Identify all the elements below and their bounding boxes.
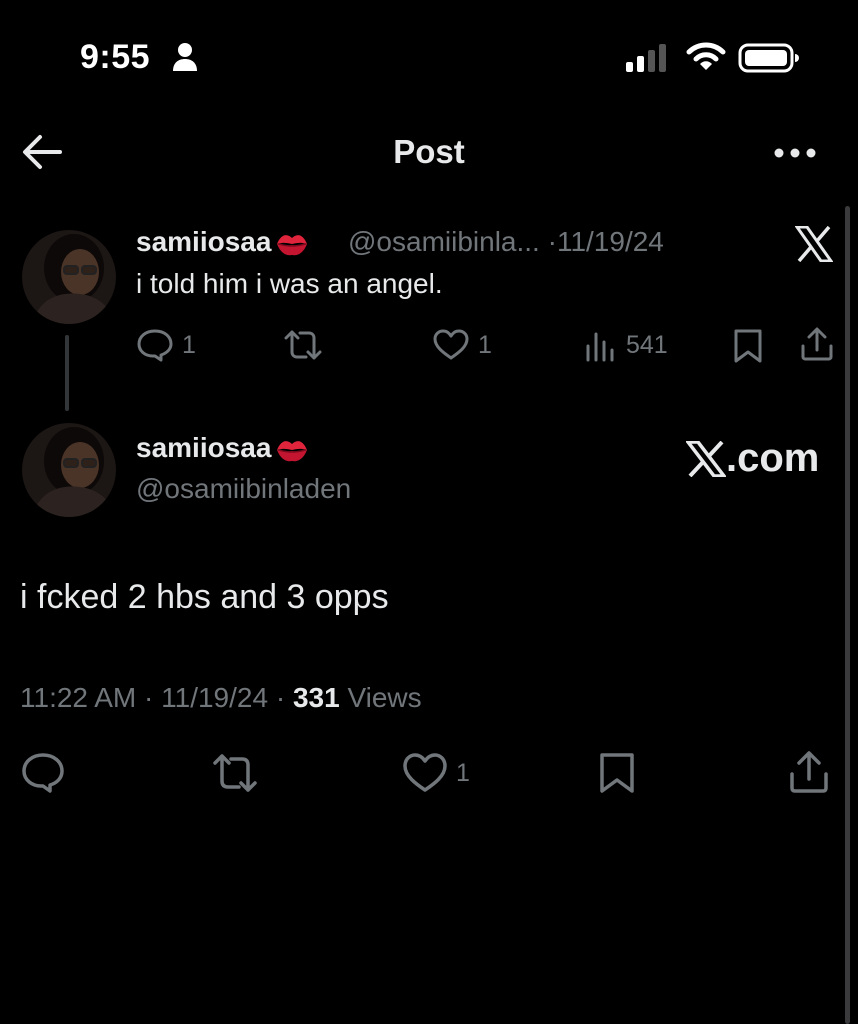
kiss-mark-emoji-icon bbox=[275, 231, 309, 257]
cellular-signal-icon bbox=[626, 44, 670, 72]
repost-button[interactable] bbox=[282, 328, 324, 362]
views-button[interactable]: 541 bbox=[584, 328, 668, 362]
reply-icon bbox=[22, 753, 64, 793]
bar-chart-icon bbox=[586, 332, 614, 362]
post-time: 11:22 AM bbox=[20, 682, 137, 713]
like-count: 1 bbox=[478, 330, 492, 359]
post-text: i fcked 2 hbs and 3 opps bbox=[20, 578, 389, 616]
display-name-text: samiiosaa bbox=[136, 226, 272, 257]
thread-connector-line bbox=[65, 335, 69, 411]
wifi-icon bbox=[686, 40, 726, 72]
repost-icon bbox=[213, 754, 257, 792]
battery-icon bbox=[738, 43, 800, 73]
status-time: 9:55 bbox=[80, 38, 151, 76]
bookmark-icon bbox=[600, 753, 634, 793]
like-button[interactable]: 1 bbox=[402, 752, 470, 794]
watermark-text: .com bbox=[726, 436, 820, 480]
heart-icon bbox=[403, 753, 447, 792]
post-metadata: 11:22 AM · 11/19/24 · 331 Views bbox=[20, 682, 422, 714]
avatar[interactable] bbox=[22, 230, 116, 324]
x-logo-icon bbox=[795, 226, 833, 262]
bookmark-button[interactable] bbox=[732, 328, 764, 364]
share-button[interactable] bbox=[788, 750, 830, 794]
post-date: 11/19/24 bbox=[161, 682, 269, 713]
view-count: 541 bbox=[626, 330, 668, 359]
scrollbar[interactable] bbox=[845, 206, 850, 1024]
like-button[interactable]: 1 bbox=[432, 328, 492, 362]
person-icon bbox=[172, 42, 198, 72]
display-name-text: samiiosaa bbox=[136, 432, 272, 463]
bookmark-button[interactable] bbox=[598, 752, 636, 794]
dot-separator: · bbox=[547, 226, 557, 257]
reply-button[interactable] bbox=[20, 752, 66, 794]
reply-button[interactable]: 1 bbox=[136, 328, 196, 362]
share-button[interactable] bbox=[800, 326, 834, 362]
repost-icon bbox=[284, 330, 322, 360]
quoted-post-text: i told him i was an angel. bbox=[136, 268, 443, 299]
reply-icon bbox=[137, 329, 173, 362]
post-date[interactable]: 11/19/24 bbox=[557, 226, 664, 257]
handle[interactable]: @osamiibinla... bbox=[348, 226, 540, 257]
quoted-display-name[interactable]: samiiosaa bbox=[136, 226, 309, 258]
dot-separator: · bbox=[275, 682, 286, 713]
share-icon bbox=[801, 327, 833, 361]
repost-button[interactable] bbox=[210, 752, 260, 794]
quoted-handle-and-date: @osamiibinla... ·11/19/24 bbox=[348, 226, 664, 258]
dot-separator: · bbox=[144, 682, 154, 713]
views-label: Views bbox=[347, 682, 422, 713]
views-count[interactable]: 331 bbox=[293, 682, 340, 713]
display-name[interactable]: samiiosaa bbox=[136, 432, 309, 464]
more-options-button[interactable] bbox=[772, 138, 822, 168]
more-horizontal-icon bbox=[774, 148, 816, 158]
handle[interactable]: @osamiibinladen bbox=[136, 473, 351, 505]
x-logo-icon bbox=[686, 440, 726, 477]
share-icon bbox=[790, 751, 828, 793]
reply-count: 1 bbox=[182, 330, 196, 359]
kiss-mark-emoji-icon bbox=[275, 437, 309, 463]
like-count: 1 bbox=[456, 758, 470, 787]
bookmark-icon bbox=[734, 329, 762, 363]
heart-icon bbox=[433, 329, 469, 360]
page-title: Post bbox=[393, 133, 465, 170]
x-com-watermark: .com bbox=[686, 436, 819, 481]
avatar[interactable] bbox=[22, 423, 116, 517]
